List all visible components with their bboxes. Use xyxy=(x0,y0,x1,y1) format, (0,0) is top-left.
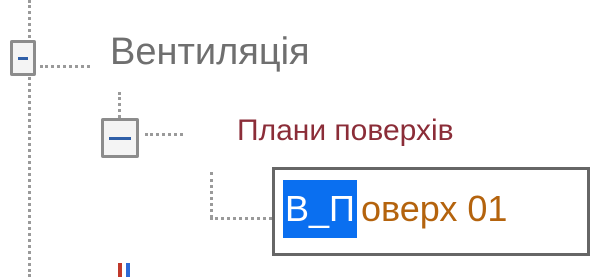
collapse-toggle-floor-plans[interactable] xyxy=(101,118,139,158)
collapse-toggle-root[interactable] xyxy=(10,40,36,76)
tree-node-floor-plans[interactable]: Плани поверхів xyxy=(237,116,454,146)
tree-line-root-connector xyxy=(40,65,90,68)
rename-selected-text[interactable]: В_П xyxy=(283,180,357,238)
tree-line-child-vertical xyxy=(118,92,121,118)
tree-node-rename-editor[interactable]: В_П оверх 01 xyxy=(272,167,590,256)
next-item-icon xyxy=(118,263,122,277)
tree-line-leaf-connector xyxy=(210,217,272,220)
rename-remaining-text[interactable]: оверх 01 xyxy=(361,180,507,238)
tree-line-child-connector xyxy=(145,133,183,136)
tree-node-ventilation[interactable]: Вентиляція xyxy=(110,33,310,71)
minus-icon xyxy=(18,57,28,60)
next-item-icon-part xyxy=(126,263,130,277)
minus-icon xyxy=(109,137,131,140)
tree-line-leaf-vertical xyxy=(210,172,213,218)
